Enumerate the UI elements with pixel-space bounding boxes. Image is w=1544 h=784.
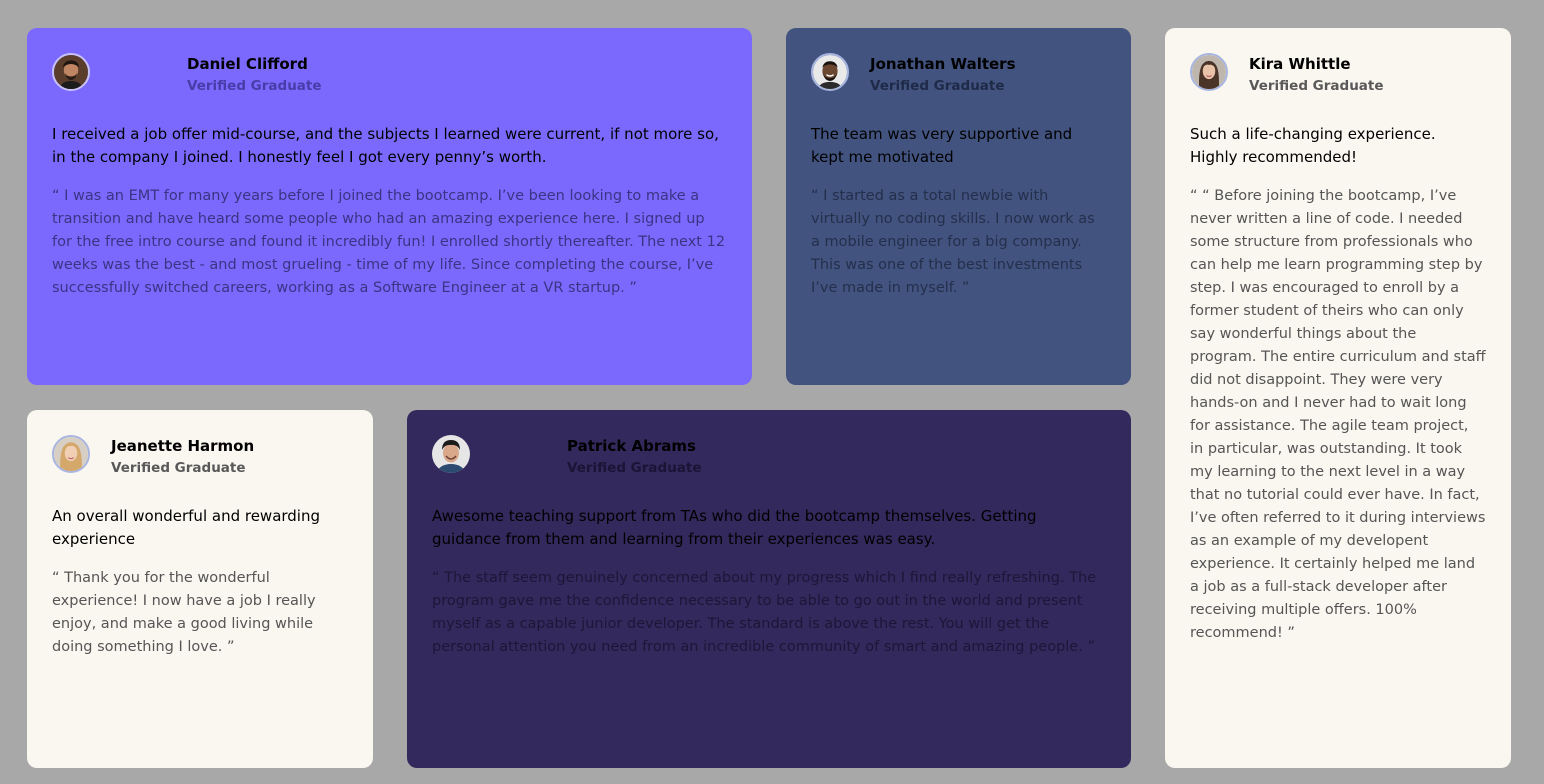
testimonial-quote: “ “ Before joining the bootcamp, I’ve ne…	[1190, 188, 1486, 641]
testimonial-card-jonathan-walters: Jonathan Walters Verified Graduate The t…	[786, 28, 1131, 385]
author-role: Verified Graduate	[870, 78, 1005, 94]
testimonial-headline: I received a job offer mid-course, and t…	[52, 125, 719, 166]
testimonial-header: Daniel Clifford Verified Graduate	[52, 53, 727, 123]
testimonial-header: Jeanette Harmon Verified Graduate	[52, 435, 348, 505]
testimonial-header: Patrick Abrams Verified Graduate	[432, 435, 1106, 505]
testimonial-card-daniel-clifford: Daniel Clifford Verified Graduate I rece…	[27, 28, 752, 385]
testimonial-quote: “ I was an EMT for many years before I j…	[52, 188, 726, 296]
man-dark-hair-avatar-icon	[432, 435, 470, 473]
testimonial-card-kira-whittle: Kira Whittle Verified Graduate Such a li…	[1165, 28, 1511, 768]
author-role: Verified Graduate	[567, 460, 702, 476]
testimonial-quote: “ The staff seem genuinely concerned abo…	[432, 570, 1097, 655]
testimonial-header: Jonathan Walters Verified Graduate	[811, 53, 1106, 123]
woman-dark-hair-avatar-icon	[1190, 53, 1228, 91]
author-name: Daniel Clifford	[187, 55, 308, 73]
testimonial-card-jeanette-harmon: Jeanette Harmon Verified Graduate An ove…	[27, 410, 373, 768]
man-with-beard-avatar-icon	[52, 53, 90, 91]
woman-blonde-hair-avatar-icon	[52, 435, 90, 473]
testimonial-headline: An overall wonderful and rewarding exper…	[52, 507, 321, 548]
author-role: Verified Graduate	[187, 78, 322, 94]
testimonial-quote: “ I started as a total newbie with virtu…	[811, 188, 1095, 296]
testimonial-headline: The team was very supportive and kept me…	[811, 125, 1073, 166]
author-role: Verified Graduate	[1249, 78, 1384, 94]
smiling-man-avatar-icon	[811, 53, 849, 91]
testimonial-headline: Awesome teaching support from TAs who di…	[432, 507, 1037, 548]
author-name: Patrick Abrams	[567, 437, 696, 455]
author-name: Jonathan Walters	[870, 55, 1016, 73]
author-name: Kira Whittle	[1249, 55, 1351, 73]
testimonial-headline: Such a life-changing experience. Highly …	[1190, 125, 1436, 166]
author-role: Verified Graduate	[111, 460, 246, 476]
testimonial-header: Kira Whittle Verified Graduate	[1190, 53, 1486, 123]
testimonial-card-patrick-abrams: Patrick Abrams Verified Graduate Awesome…	[407, 410, 1131, 768]
author-name: Jeanette Harmon	[111, 437, 255, 455]
testimonial-quote: “ Thank you for the wonderful experience…	[52, 570, 316, 655]
